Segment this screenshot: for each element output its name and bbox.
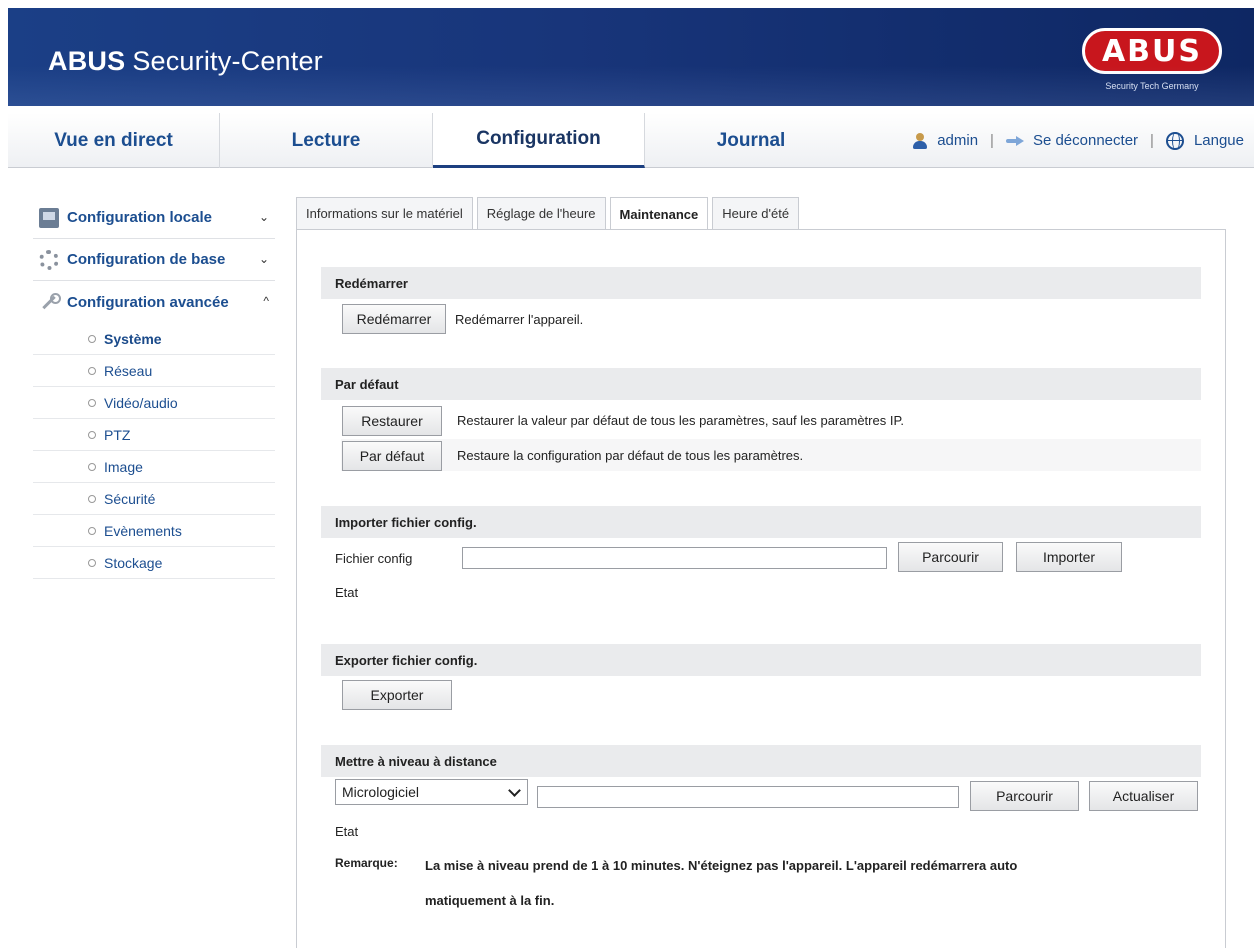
section-title-import: Importer fichier config. xyxy=(321,506,1201,538)
logo-tagline: Security Tech Germany xyxy=(1105,81,1199,91)
wrench-icon xyxy=(39,292,61,312)
bullet-icon xyxy=(88,462,96,471)
bullet-icon xyxy=(88,526,96,535)
bullet-icon xyxy=(88,334,96,343)
export-button[interactable]: Exporter xyxy=(342,680,452,710)
note-text-line2: matiquement à la fin. xyxy=(425,893,555,908)
sidebar-item-security[interactable]: Sécurité xyxy=(33,483,275,515)
abus-logo: ABUS Security Tech Germany xyxy=(1076,26,1226,100)
maintenance-panel: Redémarrer Redémarrer Redémarrer l'appar… xyxy=(296,229,1226,948)
nav-tab-live-view[interactable]: Vue en direct xyxy=(8,113,220,168)
sidebar: Configuration locale ⌄ Configuration de … xyxy=(33,197,275,579)
user-name[interactable]: admin xyxy=(937,132,978,149)
sidebar-item-label: Réseau xyxy=(104,362,153,379)
note-text-line1: La mise à niveau prend de 1 à 10 minutes… xyxy=(425,858,1018,873)
section-title-upgrade: Mettre à niveau à distance xyxy=(321,745,1201,777)
sidebar-item-label: PTZ xyxy=(104,426,131,443)
import-button[interactable]: Importer xyxy=(1016,542,1122,572)
base-config-icon xyxy=(39,249,59,270)
section-title-default: Par défaut xyxy=(321,368,1201,400)
sidebar-item-label: Sécurité xyxy=(104,490,156,507)
bullet-icon xyxy=(88,366,96,375)
section-title-export: Exporter fichier config. xyxy=(321,644,1201,676)
nav-tab-playback[interactable]: Lecture xyxy=(220,113,433,168)
reboot-description: Redémarrer l'appareil. xyxy=(455,312,584,327)
section-title-reboot: Redémarrer xyxy=(321,267,1201,299)
language-link[interactable]: Langue xyxy=(1194,132,1244,149)
config-file-label: Fichier config xyxy=(335,551,413,566)
sidebar-item-video-audio[interactable]: Vidéo/audio xyxy=(33,387,275,419)
sidebar-item-label: Image xyxy=(104,458,143,475)
logo-oval: ABUS xyxy=(1082,28,1222,74)
upgrade-browse-button[interactable]: Parcourir xyxy=(970,781,1079,811)
sidebar-item-ptz[interactable]: PTZ xyxy=(33,419,275,451)
sidebar-group-local-config[interactable]: Configuration locale ⌄ xyxy=(33,197,275,239)
factory-default-button[interactable]: Par défaut xyxy=(342,441,442,471)
sidebar-item-image[interactable]: Image xyxy=(33,451,275,483)
tab-time-settings[interactable]: Réglage de l'heure xyxy=(476,197,606,229)
sidebar-item-storage[interactable]: Stockage xyxy=(33,547,275,579)
tab-dst[interactable]: Heure d'été xyxy=(712,197,800,229)
reboot-button[interactable]: Redémarrer xyxy=(342,304,446,334)
globe-icon xyxy=(1165,131,1184,150)
local-config-icon xyxy=(39,207,59,228)
import-status-label: Etat xyxy=(335,585,359,600)
sidebar-group-label: Configuration locale xyxy=(67,209,213,226)
app-header: ABUS Security-Center ABUS Security Tech G… xyxy=(8,8,1254,106)
logout-icon xyxy=(1005,135,1024,146)
sidebar-group-label: Configuration de base xyxy=(67,251,226,268)
config-file-input[interactable] xyxy=(462,547,887,569)
restore-button[interactable]: Restaurer xyxy=(342,406,442,436)
factory-default-description: Restaure la configuration par défaut de … xyxy=(457,448,804,463)
bullet-icon xyxy=(88,398,96,407)
chevron-down-icon xyxy=(508,784,521,797)
update-button[interactable]: Actualiser xyxy=(1089,781,1198,811)
upgrade-status-label: Etat xyxy=(335,824,359,839)
sidebar-group-advanced-config[interactable]: Configuration avancée ^ xyxy=(33,281,275,323)
app-title-brand: ABUS xyxy=(48,46,126,76)
nav-separator: | xyxy=(990,132,994,149)
bullet-icon xyxy=(88,430,96,439)
user-icon xyxy=(912,132,928,149)
nav-tab-log[interactable]: Journal xyxy=(645,113,857,168)
nav-separator-2: | xyxy=(1150,132,1154,149)
bullet-icon xyxy=(88,494,96,503)
tab-hardware-info[interactable]: Informations sur le matériel xyxy=(296,197,473,229)
sidebar-item-events[interactable]: Evènements xyxy=(33,515,275,547)
app-title-rest: Security-Center xyxy=(132,46,323,76)
chevron-down-icon: ⌄ xyxy=(258,252,269,266)
app-title: ABUS Security-Center xyxy=(48,46,323,77)
sidebar-group-label: Configuration avancée xyxy=(67,293,229,311)
logout-link[interactable]: Se déconnecter xyxy=(1033,132,1138,149)
sidebar-item-label: Système xyxy=(104,330,162,347)
tab-maintenance[interactable]: Maintenance xyxy=(609,197,709,231)
sidebar-item-label: Vidéo/audio xyxy=(104,394,178,411)
logo-text: ABUS xyxy=(1101,33,1203,69)
upgrade-type-select[interactable]: Micrologiciel xyxy=(335,779,528,805)
content-tabs: Informations sur le matériel Réglage de … xyxy=(296,197,803,231)
upgrade-file-input[interactable] xyxy=(537,786,959,808)
restore-description: Restaurer la valeur par défaut de tous l… xyxy=(457,413,905,428)
note-label: Remarque: xyxy=(335,856,398,870)
import-browse-button[interactable]: Parcourir xyxy=(898,542,1003,572)
chevron-up-icon: ^ xyxy=(263,294,269,308)
sidebar-group-base-config[interactable]: Configuration de base ⌄ xyxy=(33,239,275,281)
bullet-icon xyxy=(88,558,96,567)
main-nav: Vue en direct Lecture Configuration Jour… xyxy=(8,113,1254,168)
sidebar-item-network[interactable]: Réseau xyxy=(33,355,275,387)
nav-user-area: admin | Se déconnecter | Langue xyxy=(912,113,1244,168)
sidebar-item-system[interactable]: Système xyxy=(33,323,275,355)
chevron-down-icon: ⌄ xyxy=(258,210,269,224)
sidebar-item-label: Stockage xyxy=(104,554,163,571)
sidebar-item-label: Evènements xyxy=(104,522,182,539)
upgrade-type-value: Micrologiciel xyxy=(342,784,420,800)
nav-tab-configuration[interactable]: Configuration xyxy=(433,113,645,168)
